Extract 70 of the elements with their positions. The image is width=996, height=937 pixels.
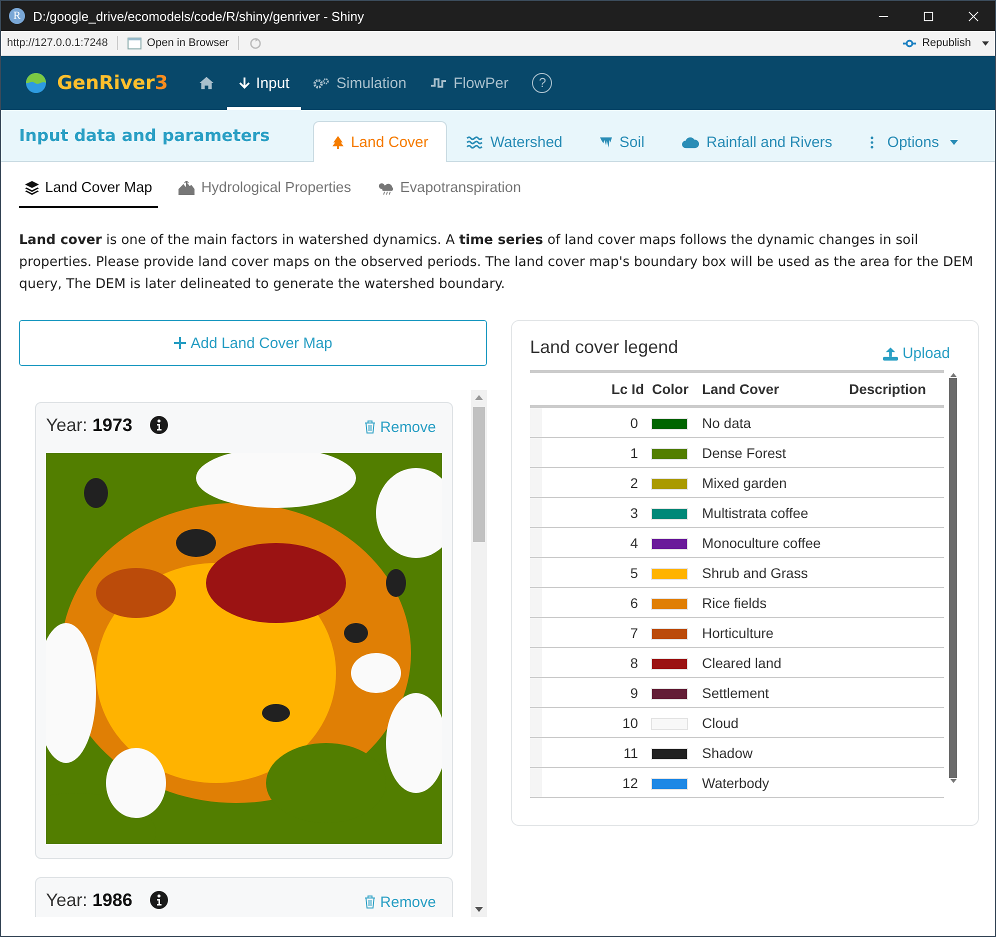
close-icon[interactable] [968,10,979,22]
sub-tab[interactable]: Land Cover Map [19,170,158,208]
app-icon: R [9,8,25,24]
caret-icon [982,40,989,46]
upload-button[interactable]: Upload [883,345,950,362]
maximize-icon[interactable] [923,10,934,22]
table-cell: Settlement [702,678,849,708]
tree-icon [332,136,344,148]
cloud-icon [682,136,700,149]
section-tab[interactable]: Watershed [447,122,582,162]
section-tab[interactable]: Rainfall and Rivers [663,122,852,162]
down-arrow-icon [239,76,250,90]
column-header: Land Cover [702,372,849,406]
section-tab[interactable]: Land Cover [312,121,448,162]
window-title: D:/google_drive/ecomodels/code/R/shiny/genriver - Shiny [33,8,364,24]
terrain-icon [178,181,196,195]
info-icon[interactable] [150,416,168,434]
table-cell: Monoculture coffee [702,528,849,558]
nav-tab[interactable]: Simulation [301,56,418,110]
pulse-wave-icon [430,76,448,90]
browser-window-icon [126,36,142,50]
home-icon [198,76,216,90]
table-cell: Horticulture [702,618,849,648]
table-cell: Waterbody [702,768,849,798]
water-icon [466,136,484,149]
info-icon[interactable] [150,891,168,909]
year-label: Year: 1973 [46,414,132,436]
options-menu[interactable]: Options [851,122,977,162]
trash-icon [364,895,376,909]
gears-icon [313,76,330,90]
column-header: Lc Id [542,372,652,406]
table-cell: Mixed garden [702,468,849,498]
plus-icon [174,337,186,349]
url-text: http://127.0.0.1:7248 [7,37,108,49]
open-in-browser-button[interactable]: Open in Browser [126,36,229,50]
column-header: Color [652,372,702,406]
scroll-down-icon[interactable] [475,907,483,912]
scrollbar[interactable] [471,390,487,917]
column-header: Description [849,372,944,406]
caret-icon [950,140,958,145]
table-cell: Dense Forest [702,438,849,468]
table-cell: Cloud [702,708,849,738]
scroll-thumb[interactable] [473,407,485,542]
sub-tab[interactable]: Evapotranspiration [371,170,528,208]
sub-tab[interactable]: Hydrological Properties [172,170,358,208]
republish-button[interactable]: Republish [902,36,989,50]
description-text: Land cover is one of the main factors in watershed dynamics. A time series of land cover maps follows the dynamic changes in soil properties. Please provide land cover maps on the observed periods. The land cover map's boundary box will be used as the area for the DEM query, The DEM is later delineated to generate the watershed boundary. [19,232,974,294]
table-cell: Cleared land [702,648,849,678]
table-cell: Shadow [702,738,849,768]
logo-icon [25,72,47,94]
section-tab[interactable]: Soil [581,122,664,162]
year-label: Year: 1986 [46,890,132,910]
upload-icon [883,346,898,360]
nav-tab[interactable]: FlowPer [418,56,520,110]
help-button[interactable]: ? [520,56,564,110]
legend-title: Land cover legend [530,337,678,358]
remove-button[interactable]: Remove [364,418,436,436]
vertical-dots-icon [870,136,874,149]
weather-icon [377,181,394,195]
table-cell: Rice fields [702,588,849,618]
table-cell: Shrub and Grass [702,558,849,588]
table-cell: No data [702,406,849,438]
trash-icon [364,420,376,434]
table-cell: Multistrata coffee [702,498,849,528]
scroll-thumb[interactable] [949,378,957,778]
layers-icon [25,181,39,195]
brand-name: GenRiver3 [57,72,168,94]
page-title: Input data and parameters [19,126,270,145]
remove-button[interactable]: Remove [364,894,436,910]
add-land-cover-map-button[interactable]: Add Land Cover Map [19,320,487,366]
